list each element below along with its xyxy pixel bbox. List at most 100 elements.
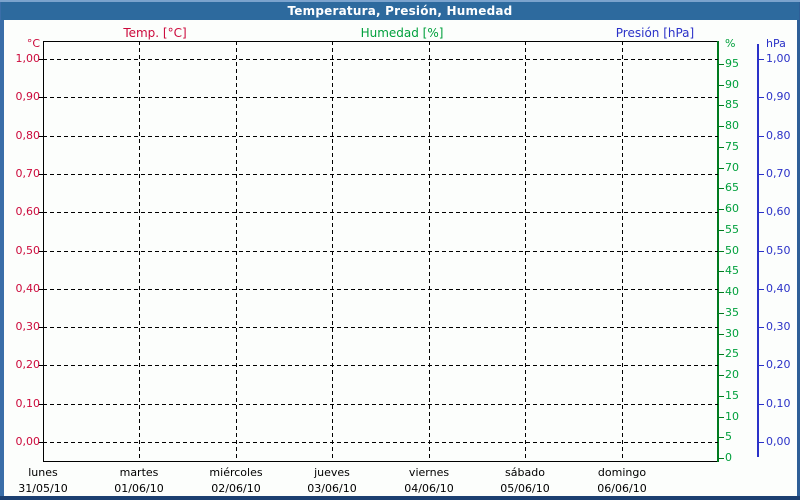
humidity-axis-label: 75: [725, 140, 739, 153]
x-axis-date-label: 05/06/10: [500, 482, 550, 495]
pressure-axis-label: 0,40: [766, 282, 791, 295]
pressure-axis-unit: hPa: [766, 37, 786, 50]
humidity-axis-label: 90: [725, 78, 739, 91]
temperature-axis-label: 0,90: [15, 90, 41, 103]
humidity-axis-label: 80: [725, 119, 739, 132]
x-axis-day-label: sábado: [505, 466, 545, 479]
h-gridline: [43, 365, 718, 366]
pressure-axis-label: 0,00: [766, 435, 791, 448]
v-gridline: [139, 41, 140, 461]
x-axis-date-label: 02/06/10: [211, 482, 261, 495]
x-axis-date-label: 06/06/10: [597, 482, 647, 495]
h-gridline: [43, 97, 718, 98]
x-axis-day-label: martes: [119, 466, 159, 479]
humidity-axis-label: 65: [725, 181, 739, 194]
v-gridline: [332, 41, 333, 461]
v-gridline: [236, 41, 237, 461]
chart-title-bar: Temperatura, Presión, Humedad: [1, 2, 799, 20]
pressure-axis-label: 0,30: [766, 320, 791, 333]
pressure-axis-tick: [759, 251, 764, 252]
chart-window: Temperatura, Presión, Humedad Temp. [°C]…: [0, 0, 800, 500]
temperature-axis-label: 0,60: [15, 205, 41, 218]
humidity-axis-tick: [719, 354, 724, 355]
humidity-axis-tick: [719, 230, 724, 231]
humidity-axis-label: 45: [725, 264, 739, 277]
temperature-axis-label: 0,70: [15, 167, 41, 180]
x-axis-date-label: 04/06/10: [404, 482, 454, 495]
v-gridline: [429, 41, 430, 461]
v-gridline: [525, 41, 526, 461]
h-gridline: [43, 442, 718, 443]
pressure-axis-tick: [759, 97, 764, 98]
temperature-axis-label: 0,10: [15, 397, 41, 410]
h-gridline: [43, 174, 718, 175]
h-gridline: [43, 59, 718, 60]
x-axis-day-label: viernes: [408, 466, 450, 479]
humidity-axis-label: 95: [725, 57, 739, 70]
pressure-axis-label: 0,60: [766, 205, 791, 218]
x-axis-day-label: lunes: [28, 466, 58, 479]
humidity-axis-tick: [719, 251, 724, 252]
x-axis-day-label: miércoles: [209, 466, 263, 479]
legend-pressure-label: Presión [hPa]: [615, 26, 695, 40]
humidity-axis-tick: [719, 188, 724, 189]
humidity-axis-tick: [719, 271, 724, 272]
pressure-axis-tick: [759, 174, 764, 175]
humidity-axis-tick: [719, 105, 724, 106]
humidity-axis-label: 15: [725, 389, 739, 402]
humidity-axis-tick: [719, 209, 724, 210]
pressure-axis-tick: [759, 289, 764, 290]
pressure-axis-label: 0,20: [766, 358, 791, 371]
pressure-axis-tick: [759, 404, 764, 405]
pressure-axis-tick: [759, 365, 764, 366]
humidity-axis-tick: [719, 396, 724, 397]
pressure-axis-label: 0,10: [766, 397, 791, 410]
pressure-axis-label: 0,50: [766, 244, 791, 257]
x-axis-day-label: jueves: [314, 466, 350, 479]
h-gridline: [43, 404, 718, 405]
humidity-axis-tick: [719, 417, 724, 418]
humidity-axis-label: 30: [725, 327, 739, 340]
x-axis-date-label: 01/06/10: [114, 482, 164, 495]
humidity-axis-label: 60: [725, 202, 739, 215]
h-gridline: [43, 136, 718, 137]
pressure-axis-tick: [759, 136, 764, 137]
h-gridline: [43, 289, 718, 290]
humidity-axis-label: 25: [725, 347, 739, 360]
temperature-axis-label: 0,00: [15, 435, 41, 448]
humidity-axis-tick: [719, 375, 724, 376]
h-gridline: [43, 212, 718, 213]
pressure-axis-tick: [759, 327, 764, 328]
pressure-axis-tick: [759, 212, 764, 213]
temperature-axis-label: 0,30: [15, 320, 41, 333]
humidity-axis-label: 55: [725, 223, 739, 236]
humidity-axis-tick: [719, 147, 724, 148]
temperature-axis-label: 0,40: [15, 282, 41, 295]
humidity-axis-tick: [719, 292, 724, 293]
v-gridline: [622, 41, 623, 461]
plot-border-top: [43, 41, 718, 42]
temperature-axis-label: 0,20: [15, 358, 41, 371]
humidity-axis-tick: [719, 313, 724, 314]
humidity-axis-tick: [719, 64, 724, 65]
humidity-axis-tick: [719, 126, 724, 127]
humidity-axis-label: 0: [725, 451, 732, 464]
plot-border-bottom: [43, 461, 718, 462]
window-frame-bottom: [0, 496, 800, 500]
humidity-axis-tick: [719, 334, 724, 335]
humidity-axis-tick: [719, 168, 724, 169]
x-axis-day-label: domingo: [597, 466, 647, 479]
pressure-axis-label: 0,90: [766, 90, 791, 103]
humidity-axis-label: 5: [725, 430, 732, 443]
humidity-axis-tick: [719, 437, 724, 438]
humidity-axis-tick: [719, 85, 724, 86]
pressure-axis-label: 0,80: [766, 129, 791, 142]
temperature-axis-label: 0,80: [15, 129, 41, 142]
humidity-axis-label: 85: [725, 98, 739, 111]
pressure-axis-tick: [759, 442, 764, 443]
humidity-axis-label: 10: [725, 410, 739, 423]
h-gridline: [43, 327, 718, 328]
temperature-axis-unit: °C: [26, 37, 40, 50]
legend-temperature-label: Temp. [°C]: [123, 26, 187, 40]
humidity-axis-tick: [719, 458, 724, 459]
